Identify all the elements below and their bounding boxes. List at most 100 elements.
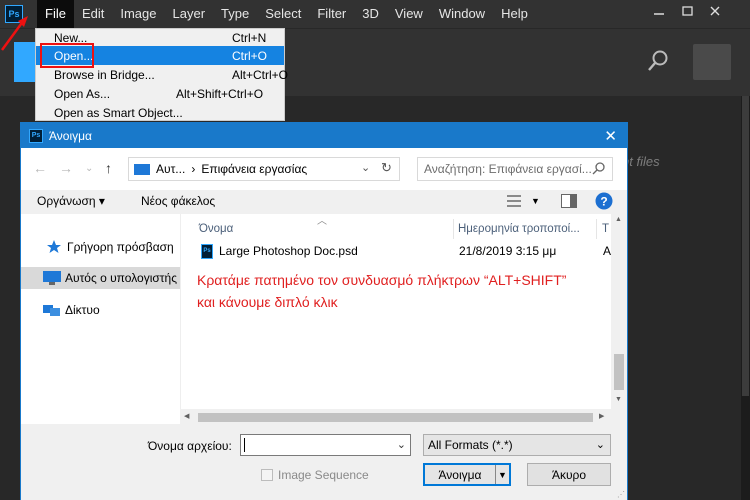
chevron-down-icon[interactable]: ⌄ <box>85 163 93 174</box>
nav-item-label: Αυτός ο υπολογιστής <box>65 271 177 285</box>
menu-item-label: Open as Smart Object... <box>54 105 183 120</box>
column-header-type[interactable]: Τ <box>602 223 609 235</box>
address-segment[interactable]: Αυτ... <box>156 162 185 176</box>
column-separator[interactable] <box>453 219 454 239</box>
help-icon[interactable]: ? <box>595 192 613 213</box>
address-segment[interactable]: Επιφάνεια εργασίας <box>201 162 307 176</box>
dialog-title: Άνοιγμα <box>49 128 92 143</box>
column-header-name[interactable]: Όνομα <box>199 223 233 235</box>
sort-up-icon: ︿ <box>317 216 327 227</box>
checkbox[interactable] <box>261 469 273 481</box>
image-sequence-checkbox[interactable]: Image Sequence <box>261 468 369 482</box>
menu-3d[interactable]: 3D <box>354 0 387 28</box>
computer-icon <box>43 271 61 285</box>
chevron-down-icon[interactable]: ▼ <box>531 196 540 206</box>
maximize-icon[interactable] <box>674 0 700 22</box>
scrollbar-thumb[interactable] <box>614 354 624 390</box>
file-row[interactable]: Ps Large Photoshop Doc.psd 21/8/2019 3:1… <box>201 241 621 261</box>
refresh-icon[interactable]: ↻ <box>381 160 392 176</box>
scrollbar-thumb[interactable] <box>742 96 749 396</box>
menu-help[interactable]: Help <box>493 0 536 28</box>
up-arrow-icon[interactable]: ↑ <box>105 160 112 176</box>
menu-image[interactable]: Image <box>112 0 164 28</box>
column-separator[interactable] <box>596 219 597 239</box>
file-menu-dropdown: New... Ctrl+N Open... Ctrl+O Browse in B… <box>35 28 288 122</box>
chevron-down-icon[interactable]: ⌄ <box>397 438 406 451</box>
dialog-footer: Όνομα αρχείου: ⌄ All Formats (*.*) ⌄ Ima… <box>21 424 627 500</box>
annotation-line: Κρατάμε πατημένο τον συνδυασμό πλήκτρων … <box>197 272 567 288</box>
new-folder-button[interactable]: Νέος φάκελος <box>141 194 215 208</box>
dialog-body: Γρήγορη πρόσβαση Αυτός ο υπολογιστής Δίκ… <box>21 214 627 425</box>
navigation-pane: Γρήγορη πρόσβαση Αυτός ο υπολογιστής Δίκ… <box>21 214 180 424</box>
nav-item-quick-access[interactable]: Γρήγορη πρόσβαση <box>21 236 180 258</box>
close-icon[interactable] <box>702 0 728 22</box>
menu-edit[interactable]: Edit <box>74 0 112 28</box>
menu-item-open-as-smart-object[interactable]: Open as Smart Object... <box>36 103 284 122</box>
open-button[interactable]: Άνοιγμα ▼ <box>423 463 511 486</box>
open-button-label: Άνοιγμα <box>438 467 482 482</box>
menu-item-open-as[interactable]: Open As... Alt+Shift+Ctrl+O <box>36 84 284 103</box>
highlight-box <box>40 43 94 68</box>
menu-item-shortcut: Ctrl+N <box>232 30 267 45</box>
instruction-annotation: Κρατάμε πατημένο τον συνδυασμό πλήκτρων … <box>197 269 617 313</box>
menu-item-shortcut: Alt+Shift+Ctrl+O <box>176 86 264 101</box>
file-format-value: All Formats (*.*) <box>428 438 513 452</box>
scroll-down-icon[interactable]: ▼ <box>615 396 622 403</box>
menu-window[interactable]: Window <box>431 0 493 28</box>
vertical-scrollbar[interactable]: ▲ ▼ <box>611 214 627 424</box>
menu-filter[interactable]: Filter <box>309 0 354 28</box>
nav-item-this-pc[interactable]: Αυτός ο υπολογιστής <box>21 267 180 289</box>
cancel-button[interactable]: Άκυρο <box>527 463 611 486</box>
menu-file[interactable]: File <box>37 0 74 28</box>
scrollbar-thumb[interactable] <box>198 413 593 422</box>
organize-button[interactable]: Οργάνωση ▾ <box>37 194 105 208</box>
file-format-select[interactable]: All Formats (*.*) ⌄ <box>423 434 611 456</box>
star-icon <box>47 240 63 254</box>
network-icon <box>43 303 60 317</box>
organize-label: Οργάνωση <box>37 194 96 208</box>
address-bar[interactable]: Αυτ... › Επιφάνεια εργασίας ⌄ ↻ <box>128 157 400 181</box>
scroll-up-icon[interactable]: ▲ <box>615 216 622 223</box>
home-scrollbar[interactable] <box>741 96 750 500</box>
chevron-down-icon[interactable]: ▼ <box>495 465 509 484</box>
main-menu: File Edit Image Layer Type Select Filter… <box>37 0 536 28</box>
scroll-left-icon[interactable]: ◀ <box>184 412 189 420</box>
photoshop-file-icon: Ps <box>201 243 213 259</box>
menu-view[interactable]: View <box>387 0 431 28</box>
preview-pane-icon[interactable] <box>561 194 577 211</box>
file-name: Large Photoshop Doc.psd <box>219 244 358 258</box>
filename-input[interactable]: ⌄ <box>240 434 411 456</box>
file-type: A <box>603 244 612 258</box>
menu-type[interactable]: Type <box>213 0 257 28</box>
menu-select[interactable]: Select <box>257 0 309 28</box>
resize-grip-icon[interactable]: ⋰ <box>617 490 625 499</box>
image-sequence-label: Image Sequence <box>278 468 369 482</box>
chevron-down-icon[interactable]: ⌄ <box>361 161 370 174</box>
open-dialog: Ps Άνοιγμα ✕ ← → ⌄ ↑ Αυτ... › Επιφάνεια … <box>20 122 628 500</box>
address-separator: › <box>191 162 196 176</box>
search-input[interactable]: Αναζήτηση: Επιφάνεια εργασί... <box>417 157 613 181</box>
text-caret <box>244 438 245 452</box>
file-date: 21/8/2019 3:15 μμ <box>459 244 557 258</box>
horizontal-scrollbar[interactable]: ◀ ▶ <box>180 409 611 425</box>
nav-item-network[interactable]: Δίκτυο <box>21 299 180 321</box>
column-header-date[interactable]: Ημερομηνία τροποποί... <box>458 223 580 235</box>
scroll-right-icon[interactable]: ▶ <box>599 412 604 420</box>
file-list: ︿ Όνομα Ημερομηνία τροποποί... Τ Ps Larg… <box>180 214 627 424</box>
minimize-icon[interactable] <box>646 0 672 22</box>
menu-layer[interactable]: Layer <box>165 0 214 28</box>
navigation-bar: ← → ⌄ ↑ Αυτ... › Επιφάνεια εργασίας ⌄ ↻ … <box>21 148 627 190</box>
close-icon[interactable]: ✕ <box>604 127 617 145</box>
chevron-down-icon: ⌄ <box>595 439 605 451</box>
dialog-title-bar[interactable]: Ps Άνοιγμα ✕ <box>21 123 627 148</box>
back-arrow-icon[interactable]: ← <box>33 160 47 176</box>
filename-label: Όνομα αρχείου: <box>148 439 232 453</box>
dialog-toolbar: Οργάνωση ▾ Νέος φάκελος ▼ ? <box>21 190 627 214</box>
forward-arrow-icon[interactable]: → <box>59 160 73 176</box>
view-options-icon[interactable] <box>507 195 521 210</box>
menu-item-label: Open As... <box>54 86 111 101</box>
search-icon[interactable] <box>646 48 672 74</box>
computer-icon <box>134 163 150 175</box>
photoshop-file-icon: Ps <box>29 128 43 143</box>
avatar[interactable] <box>693 44 731 80</box>
